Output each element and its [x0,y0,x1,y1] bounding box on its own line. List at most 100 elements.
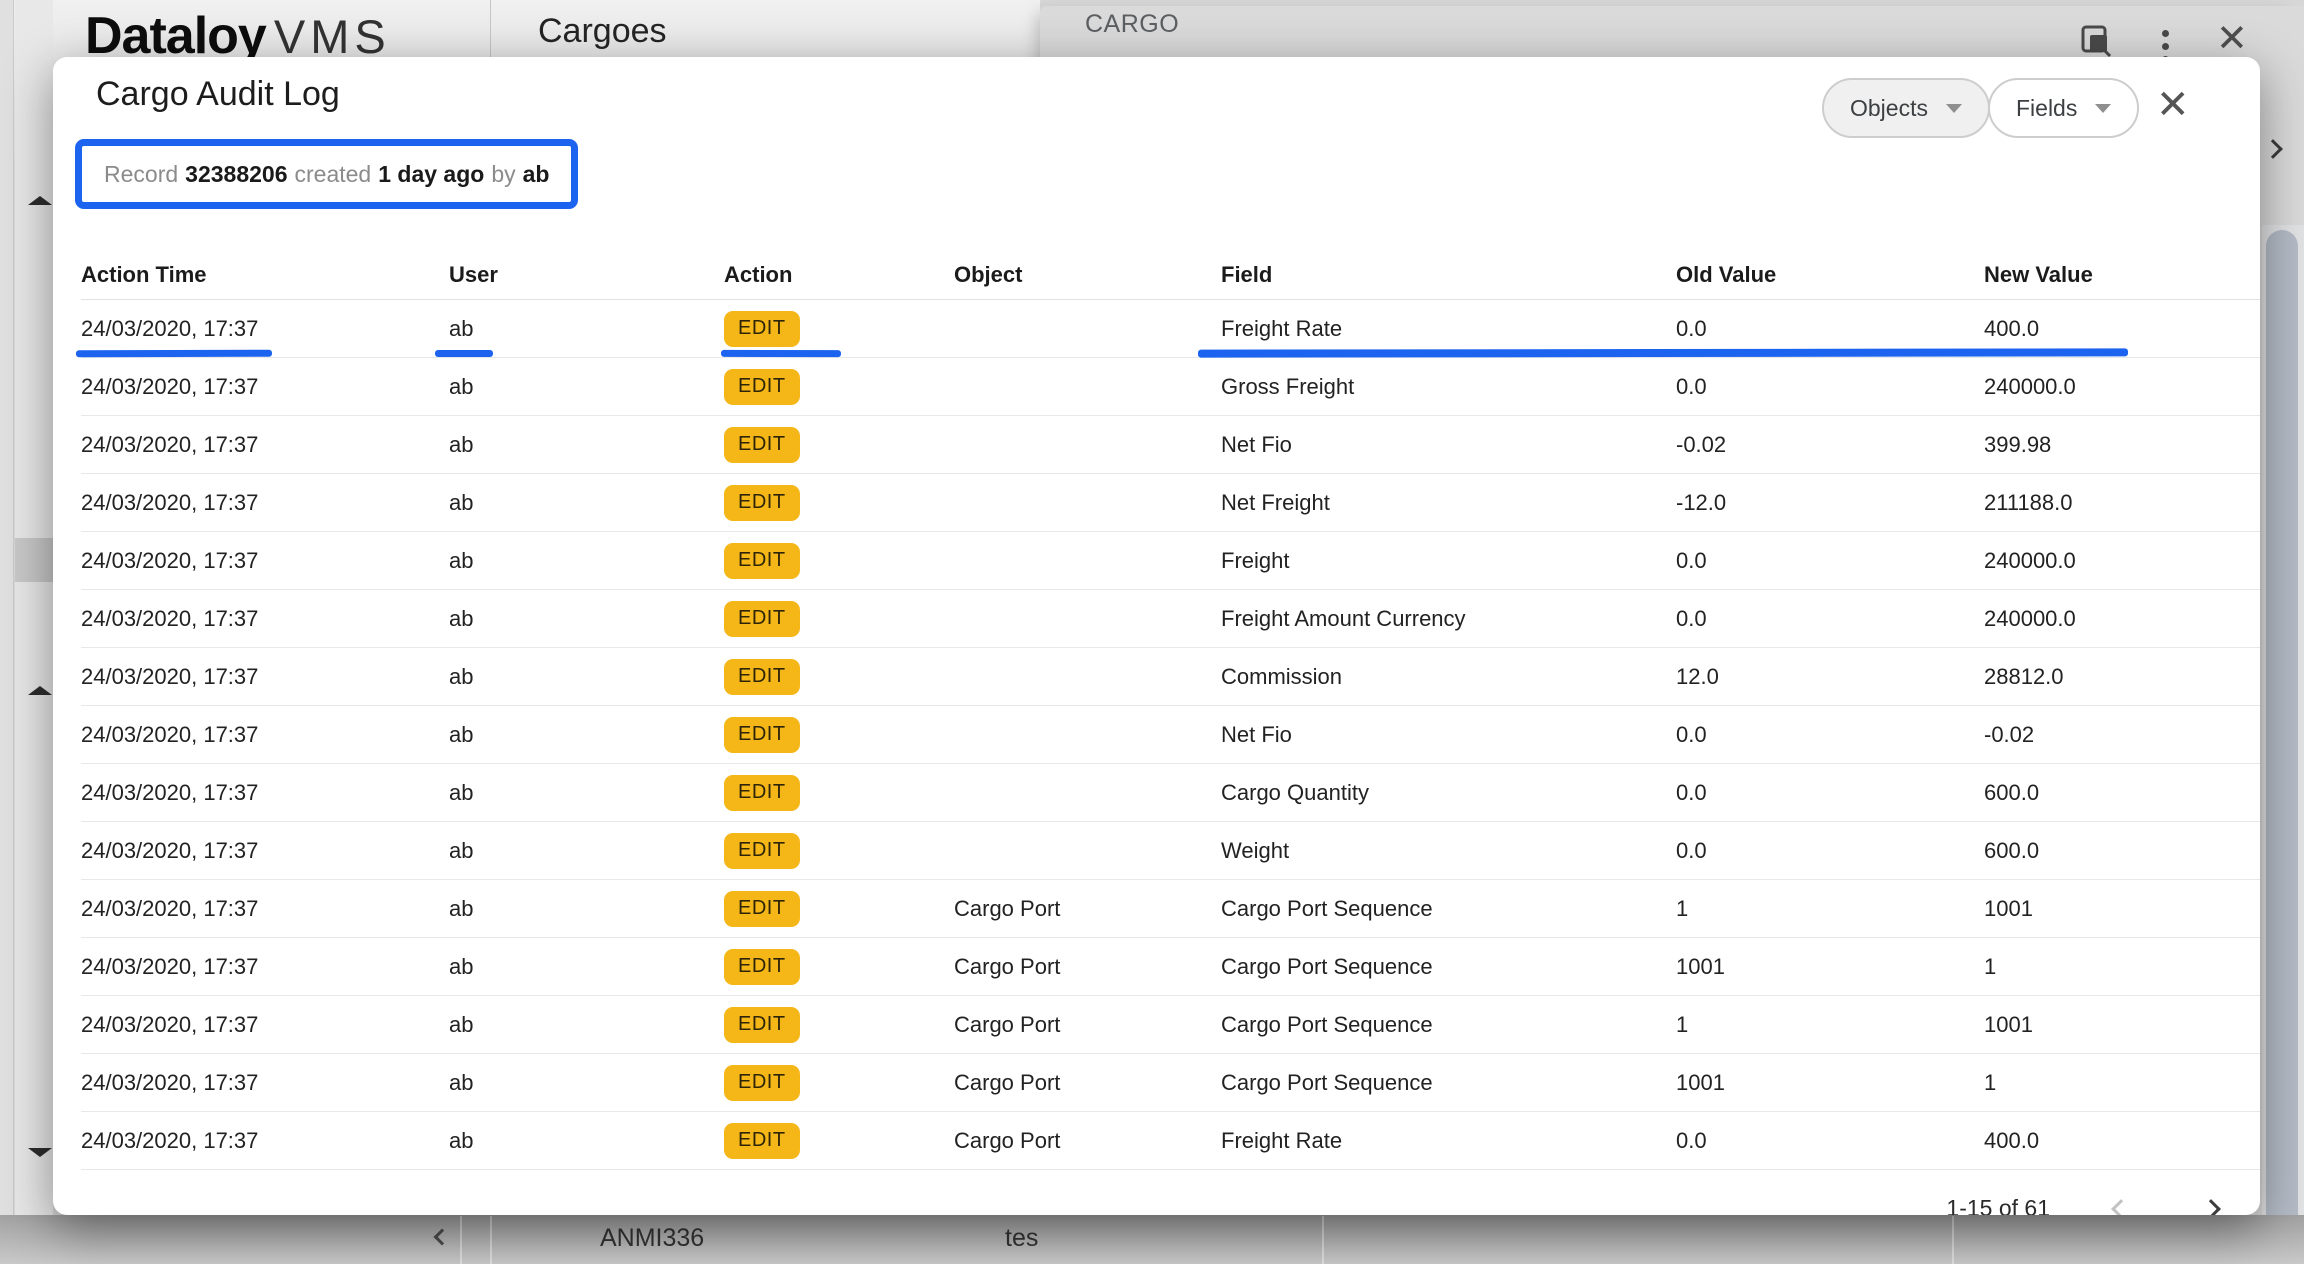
cell-new-value: 211188.0 [1984,490,2260,516]
table-row: 24/03/2020, 17:37 ab EDIT Freight 0.0 24… [81,532,2260,590]
cell-new-value: 240000.0 [1984,374,2260,400]
cargo-panel-title: CARGO [1085,10,1179,39]
description-cell: tes [1005,1224,1038,1253]
record-summary-banner: Record 32388206 created 1 day ago by ab [78,142,575,206]
cell-old-value: 0.0 [1676,606,1984,632]
objects-filter-button[interactable]: Objects [1822,78,1990,138]
col-new-value: New Value [1984,262,2260,288]
collapse-left-icon[interactable] [436,1230,448,1248]
cell-new-value: 28812.0 [1984,664,2260,690]
table-row: 24/03/2020, 17:37 ab EDIT Net Fio -0.02 … [81,416,2260,474]
cell-user: ab [449,432,724,458]
cell-action-time: 24/03/2020, 17:37 [81,838,449,864]
edit-action-badge: EDIT [724,311,800,347]
voyage-code-cell: ANMI336 [600,1224,704,1253]
scroll-up-icon[interactable] [28,686,52,695]
cell-divider [490,1216,492,1264]
edit-action-badge: EDIT [724,485,800,521]
cell-action: EDIT [724,659,954,695]
cell-action: EDIT [724,1007,954,1043]
dialog-title: Cargo Audit Log [96,75,340,114]
left-edge-column [0,0,14,1264]
cargo-audit-log-dialog: Cargo Audit Log Objects Fields ✕ Record … [53,57,2260,1215]
previous-page-icon[interactable] [2114,1193,2128,1215]
cell-object: Cargo Port [954,954,1221,980]
cell-old-value: 1001 [1676,1070,1984,1096]
cell-action: EDIT [724,1123,954,1159]
cell-old-value: 0.0 [1676,548,1984,574]
cell-action-time: 24/03/2020, 17:37 [81,722,449,748]
cell-action-time: 24/03/2020, 17:37 [81,490,449,516]
cell-user: ab [449,664,724,690]
annotation-underline [1198,348,2128,357]
scroll-down-icon[interactable] [28,1148,52,1157]
cell-user: ab [449,374,724,400]
cell-user: ab [449,490,724,516]
created-when: 1 day ago [378,161,484,188]
cell-field: Gross Freight [1221,374,1676,400]
cell-action: EDIT [724,891,954,927]
cell-field: Freight Rate [1221,316,1676,342]
cell-old-value: 0.0 [1676,374,1984,400]
cell-user: ab [449,606,724,632]
scroll-up-icon[interactable] [28,196,52,205]
edit-action-badge: EDIT [724,949,800,985]
cell-user: ab [449,896,724,922]
edit-action-badge: EDIT [724,1007,800,1043]
page-title-cargoes: Cargoes [538,12,667,51]
cell-new-value: 1001 [1984,1012,2260,1038]
objects-filter-label: Objects [1850,95,1928,122]
background-table-row [0,1215,2304,1264]
annotation-underline [721,350,841,357]
edit-action-badge: EDIT [724,833,800,869]
table-row: 24/03/2020, 17:37 ab EDIT Gross Freight … [81,358,2260,416]
cell-new-value: 600.0 [1984,780,2260,806]
cell-action-time: 24/03/2020, 17:37 [81,548,449,574]
col-old-value: Old Value [1676,262,1984,288]
cell-old-value: 1 [1676,1012,1984,1038]
cell-old-value: 1 [1676,896,1984,922]
edit-action-badge: EDIT [724,775,800,811]
record-label: Record [104,161,178,188]
cell-field: Cargo Port Sequence [1221,1012,1676,1038]
cell-old-value: 0.0 [1676,838,1984,864]
cell-user: ab [449,838,724,864]
cell-old-value: 1001 [1676,954,1984,980]
table-row: 24/03/2020, 17:37 ab EDIT Cargo Port Fre… [81,1112,2260,1170]
cell-action: EDIT [724,427,954,463]
cell-object: Cargo Port [954,1012,1221,1038]
cell-action: EDIT [724,717,954,753]
col-user: User [449,262,724,288]
cell-field: Net Freight [1221,490,1676,516]
cell-user: ab [449,1012,724,1038]
audit-table-header: Action Time User Action Object Field Old… [81,250,2260,300]
chevron-down-icon [1946,104,1962,113]
cell-object: Cargo Port [954,896,1221,922]
cell-action: EDIT [724,1065,954,1101]
fields-filter-button[interactable]: Fields [1988,78,2139,138]
cell-action-time: 24/03/2020, 17:37 [81,780,449,806]
edit-action-badge: EDIT [724,717,800,753]
cell-action: EDIT [724,543,954,579]
col-action-time: Action Time [81,262,449,288]
cell-action: EDIT [724,949,954,985]
cell-action: EDIT [724,311,954,347]
col-object: Object [954,262,1221,288]
cell-new-value: 1001 [1984,896,2260,922]
cell-action-time: 24/03/2020, 17:37 [81,1128,449,1154]
logo-suffix: VMS [274,10,391,63]
right-scrollbar-thumb[interactable] [2266,230,2298,1264]
cell-new-value: 1 [1984,1070,2260,1096]
expand-panel-icon[interactable] [2266,142,2280,161]
cell-field: Net Fio [1221,722,1676,748]
cell-action-time: 24/03/2020, 17:37 [81,316,449,342]
left-sidebar-strip [15,0,53,1264]
cell-user: ab [449,316,724,342]
panel-close-icon[interactable]: ✕ [2216,16,2248,61]
edit-action-badge: EDIT [724,369,800,405]
cell-action-time: 24/03/2020, 17:37 [81,606,449,632]
chevron-down-icon [2095,104,2111,113]
close-icon[interactable]: ✕ [2156,85,2190,125]
cell-user: ab [449,722,724,748]
next-page-icon[interactable] [2204,1193,2218,1215]
